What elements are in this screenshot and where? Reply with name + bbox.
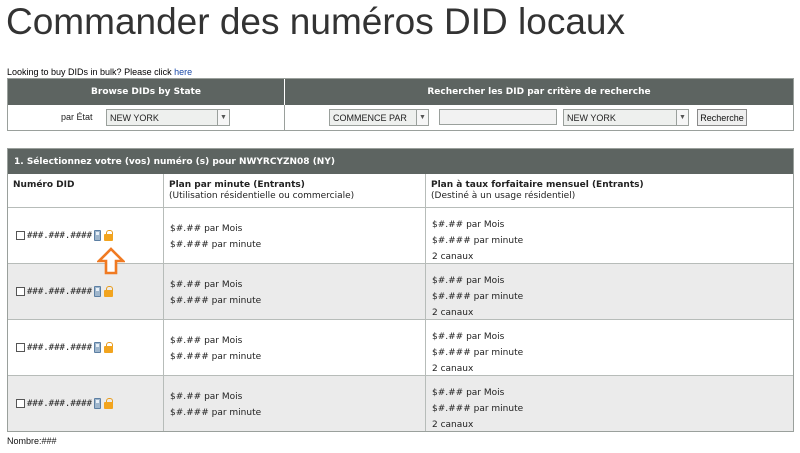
col-flat-title: Plan à taux forfaitaire mensuel (Entrant… xyxy=(431,180,644,190)
per-minute-cell: $#.## par Mois $#.### par minute xyxy=(164,208,426,263)
did-checkbox[interactable] xyxy=(16,287,25,296)
did-checkbox[interactable] xyxy=(16,399,25,408)
flat-cell: $#.## par Mois $#.### par minute 2 canau… xyxy=(426,320,793,375)
table-row: ###.###.#### $#.## par Mois $#.### par m… xyxy=(8,208,793,264)
phone-icon[interactable] xyxy=(94,342,102,353)
chevron-down-icon: ▼ xyxy=(217,110,229,125)
col-flat: Plan à taux forfaitaire mensuel (Entrant… xyxy=(426,174,793,207)
flat-minute: $#.### par minute xyxy=(432,404,524,414)
bulk-text: Looking to buy DIDs in bulk? Please clic… xyxy=(7,67,175,77)
col-did: Numéro DID xyxy=(8,174,164,207)
per-minute-cell: $#.## par Mois $#.### par minute xyxy=(164,264,426,319)
col-per-minute-title: Plan par minute (Entrants) xyxy=(169,180,305,190)
pm-minute: $#.### par minute xyxy=(170,296,262,306)
per-minute-cell: $#.## par Mois $#.### par minute xyxy=(164,376,426,431)
bulk-notice: Looking to buy DIDs in bulk? Please clic… xyxy=(7,67,192,77)
state-select-2[interactable]: NEW YORK ▼ xyxy=(563,109,689,126)
state-label: par État xyxy=(61,112,93,122)
did-checkbox[interactable] xyxy=(16,343,25,352)
phone-icon[interactable] xyxy=(94,286,102,297)
pm-month: $#.## par Mois xyxy=(170,224,243,234)
flat-channels: 2 canaux xyxy=(432,420,474,430)
did-cell: ###.###.#### xyxy=(8,264,164,319)
phone-icon[interactable] xyxy=(94,398,102,409)
did-number: ###.###.#### xyxy=(27,398,93,409)
flat-cell: $#.## par Mois $#.### par minute 2 canau… xyxy=(426,376,793,431)
table-row: ###.###.#### $#.## par Mois $#.### par m… xyxy=(8,376,793,431)
search-panel: Browse DIDs by State Rechercher les DID … xyxy=(7,78,794,131)
flat-minute: $#.### par minute xyxy=(432,236,524,246)
search-controls: par État NEW YORK ▼ COMMENCE PAR ▼ NEW Y… xyxy=(8,105,793,131)
pm-month: $#.## par Mois xyxy=(170,392,243,402)
col-did-label: Numéro DID xyxy=(13,180,75,190)
column-headers: Numéro DID Plan par minute (Entrants) (U… xyxy=(8,174,793,208)
flat-month: $#.## par Mois xyxy=(432,388,505,398)
lock-icon[interactable] xyxy=(104,342,114,353)
state-select-2-value: NEW YORK xyxy=(567,112,616,123)
did-cell: ###.###.#### xyxy=(8,208,164,263)
chevron-down-icon: ▼ xyxy=(416,110,428,125)
pm-month: $#.## par Mois xyxy=(170,280,243,290)
did-checkbox[interactable] xyxy=(16,231,25,240)
phone-icon[interactable] xyxy=(94,230,102,241)
did-cell: ###.###.#### xyxy=(8,376,164,431)
page-title: Commander des numéros DID locaux xyxy=(6,1,625,42)
criteria-select-value: COMMENCE PAR xyxy=(333,112,407,123)
did-number: ###.###.#### xyxy=(27,230,93,241)
criteria-select[interactable]: COMMENCE PAR ▼ xyxy=(329,109,429,126)
flat-month: $#.## par Mois xyxy=(432,332,505,342)
lock-icon[interactable] xyxy=(104,398,114,409)
flat-month: $#.## par Mois xyxy=(432,276,505,286)
flat-channels: 2 canaux xyxy=(432,364,474,374)
pm-minute: $#.### par minute xyxy=(170,240,262,250)
bulk-link[interactable]: here xyxy=(174,67,192,77)
results-header: 1. Sélectionnez votre (vos) numéro (s) p… xyxy=(8,149,793,174)
col-flat-sub: (Destiné à un usage résidentiel) xyxy=(431,191,576,201)
col-per-minute-sub: (Utilisation résidentielle ou commercial… xyxy=(169,191,355,201)
table-row: ###.###.#### $#.## par Mois $#.### par m… xyxy=(8,320,793,376)
flat-minute: $#.### par minute xyxy=(432,292,524,302)
flat-minute: $#.### par minute xyxy=(432,348,524,358)
browse-state-header: Browse DIDs by State xyxy=(8,79,285,105)
flat-channels: 2 canaux xyxy=(432,308,474,318)
search-button[interactable]: Recherche xyxy=(697,109,747,126)
result-count: Nombre:### xyxy=(7,436,57,446)
per-minute-cell: $#.## par Mois $#.### par minute xyxy=(164,320,426,375)
state-select[interactable]: NEW YORK ▼ xyxy=(106,109,230,126)
flat-month: $#.## par Mois xyxy=(432,220,505,230)
flat-cell: $#.## par Mois $#.### par minute 2 canau… xyxy=(426,208,793,263)
flat-cell: $#.## par Mois $#.### par minute 2 canau… xyxy=(426,264,793,319)
flat-channels: 2 canaux xyxy=(432,252,474,262)
pm-minute: $#.### par minute xyxy=(170,352,262,362)
lock-icon[interactable] xyxy=(104,286,114,297)
search-header: Browse DIDs by State Rechercher les DID … xyxy=(8,79,793,105)
pm-minute: $#.### par minute xyxy=(170,408,262,418)
did-number: ###.###.#### xyxy=(27,342,93,353)
chevron-down-icon: ▼ xyxy=(676,110,688,125)
arrow-up-icon xyxy=(97,247,125,275)
results-table: 1. Sélectionnez votre (vos) numéro (s) p… xyxy=(7,148,794,432)
lock-icon[interactable] xyxy=(104,230,114,241)
col-per-minute: Plan par minute (Entrants) (Utilisation … xyxy=(164,174,426,207)
did-cell: ###.###.#### xyxy=(8,320,164,375)
search-criteria-header: Rechercher les DID par critère de recher… xyxy=(427,87,651,97)
table-row: ###.###.#### $#.## par Mois $#.### par m… xyxy=(8,264,793,320)
search-criteria-controls: COMMENCE PAR ▼ NEW YORK ▼ Recherche xyxy=(285,105,793,131)
search-input[interactable] xyxy=(439,109,557,125)
pm-month: $#.## par Mois xyxy=(170,336,243,346)
browse-state-controls: par État NEW YORK ▼ xyxy=(8,105,285,131)
did-number: ###.###.#### xyxy=(27,286,93,297)
state-select-value: NEW YORK xyxy=(110,112,159,123)
